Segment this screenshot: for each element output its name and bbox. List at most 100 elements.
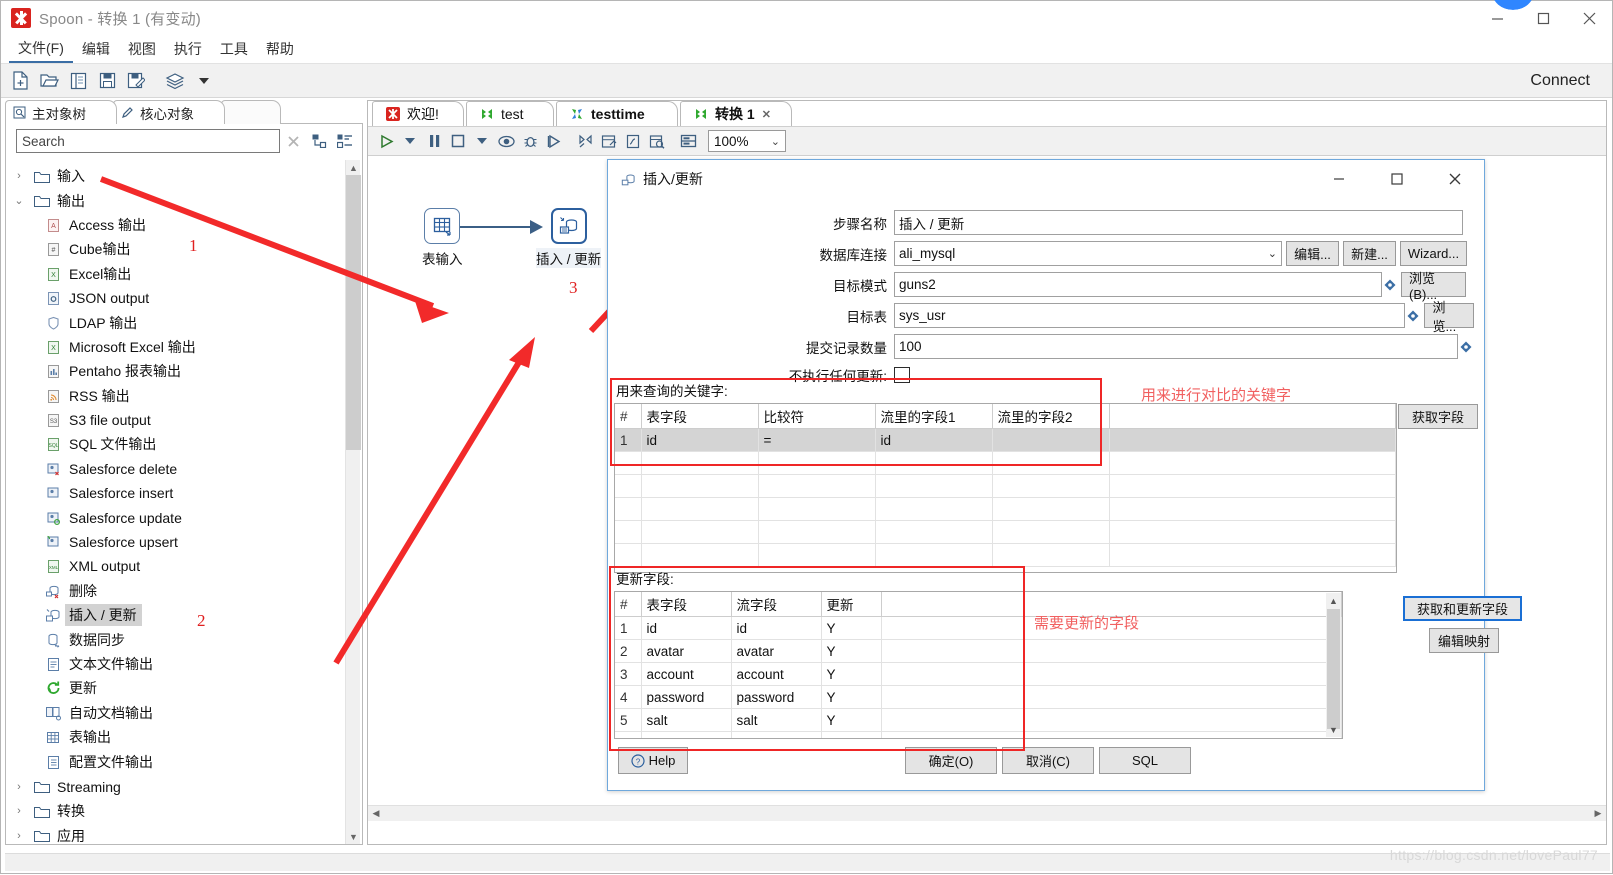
- cell-stream-field2[interactable]: [992, 543, 1110, 567]
- step-name-input[interactable]: [894, 210, 1463, 235]
- preview-icon[interactable]: [494, 129, 518, 153]
- tree-step-salesforce-insert[interactable]: Salesforce insert: [7, 481, 347, 505]
- tree-step-salesforce-delete[interactable]: Salesforce delete: [7, 457, 347, 481]
- expand-tree-icon[interactable]: [306, 129, 332, 153]
- chevron-right-icon[interactable]: ›: [7, 830, 31, 842]
- pause-icon[interactable]: [422, 129, 446, 153]
- lookup-keys-grid[interactable]: # 表字段 比较符 流里的字段1 流里的字段2 1 id = id: [614, 403, 1397, 573]
- target-schema-input[interactable]: [894, 272, 1382, 297]
- tree-step-json-output[interactable]: JSON output: [7, 286, 347, 310]
- cell-stream-field[interactable]: password: [731, 685, 822, 709]
- cell-stream-field1[interactable]: id: [875, 428, 993, 452]
- cell-stream-field1[interactable]: [875, 451, 993, 475]
- save-icon[interactable]: [94, 68, 120, 94]
- tree-folder-transform[interactable]: › 转换: [7, 799, 347, 823]
- cell-update-flag[interactable]: Y: [821, 662, 882, 686]
- cell-table-field[interactable]: id: [641, 428, 759, 452]
- cell-stream-field2[interactable]: [992, 520, 1110, 544]
- tree-scrollbar[interactable]: ▲ ▼: [345, 160, 361, 844]
- tree-step-insert-update[interactable]: 插入 / 更新: [7, 603, 347, 627]
- save-as-icon[interactable]: [123, 68, 149, 94]
- cell-comparator[interactable]: [758, 520, 876, 544]
- tree-folder-apps[interactable]: › 应用: [7, 824, 347, 844]
- cell-update-flag[interactable]: Y: [821, 685, 882, 709]
- run-icon[interactable]: [374, 129, 398, 153]
- update-fields-scrollbar[interactable]: ▲ ▼: [1326, 593, 1341, 737]
- tree-step-access-output[interactable]: A Access 输出: [7, 213, 347, 237]
- get-fields-button[interactable]: 获取字段: [1398, 404, 1478, 429]
- connect-label[interactable]: Connect: [1530, 72, 1590, 90]
- cell-table-field[interactable]: [641, 543, 759, 567]
- table-row[interactable]: 3 account account Y: [615, 662, 1342, 686]
- cell-stream-field[interactable]: avatar: [731, 639, 822, 663]
- cell-table-field[interactable]: [641, 520, 759, 544]
- scroll-left-icon[interactable]: ◀: [368, 806, 384, 822]
- zoom-select[interactable]: 100% ⌄: [708, 130, 786, 152]
- core-objects-tree[interactable]: › 输入 ⌄ 输出 A Access 输出 # Cube输出 X Excel输出…: [7, 160, 347, 844]
- table-row[interactable]: 1 id = id: [615, 428, 1396, 452]
- tab-transformation-1[interactable]: 转换 1 ✕: [680, 101, 792, 126]
- cell-update-flag[interactable]: Y: [821, 708, 882, 732]
- table-row[interactable]: [615, 497, 1396, 521]
- sql-icon[interactable]: [621, 129, 645, 153]
- tree-step-salesforce-update[interactable]: Salesforce update: [7, 505, 347, 529]
- run-options-chevron-down-icon[interactable]: [398, 129, 422, 153]
- edit-connection-button[interactable]: 编辑...: [1286, 241, 1339, 266]
- tree-step-update[interactable]: 更新: [7, 676, 347, 700]
- menu-item-help[interactable]: 帮助: [257, 36, 303, 62]
- close-button[interactable]: [1566, 1, 1612, 35]
- tree-step-pentaho-report-output[interactable]: Pentaho 报表输出: [7, 359, 347, 383]
- wizard-connection-button[interactable]: Wizard...: [1400, 241, 1467, 266]
- chevron-right-icon[interactable]: ›: [7, 781, 31, 793]
- chevron-down-icon[interactable]: [191, 68, 217, 94]
- cell-table-field[interactable]: account: [641, 662, 732, 686]
- cell-stream-field1[interactable]: [875, 474, 993, 498]
- maximize-button[interactable]: [1520, 1, 1566, 35]
- update-fields-grid[interactable]: # 表字段 流字段 更新 1 id id Y 2 avatar avatar Y…: [614, 591, 1343, 739]
- scroll-down-icon[interactable]: ▼: [1326, 722, 1341, 737]
- commit-size-input[interactable]: [894, 334, 1458, 359]
- menu-item-view[interactable]: 视图: [119, 36, 165, 62]
- browse-schema-button[interactable]: 浏览(B)...: [1401, 271, 1466, 302]
- table-row[interactable]: 5 salt salt Y: [615, 708, 1342, 732]
- tree-step-data-sync[interactable]: 数据同步: [7, 627, 347, 651]
- cell-update-flag[interactable]: Y: [821, 616, 882, 640]
- cancel-button[interactable]: 取消(C): [1002, 747, 1094, 774]
- close-icon[interactable]: [280, 129, 306, 153]
- dialog-minimize-button[interactable]: [1310, 160, 1368, 198]
- table-row[interactable]: 4 password password Y: [615, 685, 1342, 709]
- variable-icon[interactable]: [1382, 279, 1398, 291]
- cell-stream-field2[interactable]: [992, 497, 1110, 521]
- cell-comparator[interactable]: [758, 474, 876, 498]
- tree-step-properties-output[interactable]: 配置文件输出: [7, 749, 347, 773]
- tree-step-delete[interactable]: 删除: [7, 579, 347, 603]
- variable-icon[interactable]: [1458, 341, 1474, 353]
- stop-icon[interactable]: [446, 129, 470, 153]
- grid-icon[interactable]: [676, 129, 700, 153]
- inspect-icon[interactable]: [645, 129, 669, 153]
- scroll-up-icon[interactable]: ▲: [346, 160, 361, 175]
- scroll-up-icon[interactable]: ▲: [1326, 593, 1341, 608]
- debug-icon[interactable]: [518, 129, 542, 153]
- tree-step-text-file-output[interactable]: 文本文件输出: [7, 652, 347, 676]
- cell-table-field[interactable]: avatar: [641, 639, 732, 663]
- cell-stream-field[interactable]: salt: [731, 708, 822, 732]
- layers-icon[interactable]: [162, 68, 188, 94]
- cell-comparator[interactable]: [758, 543, 876, 567]
- tree-step-cube-output[interactable]: # Cube输出: [7, 237, 347, 261]
- chevron-right-icon[interactable]: ›: [7, 170, 31, 182]
- cell-table-field[interactable]: password: [641, 685, 732, 709]
- canvas-horizontal-scrollbar[interactable]: ◀ ▶: [368, 805, 1606, 821]
- tree-step-sql-file-output[interactable]: SQL SQL 文件输出: [7, 432, 347, 456]
- tree-step-s3-file-output[interactable]: S3 S3 file output: [7, 408, 347, 432]
- cell-stream-field2[interactable]: [992, 474, 1110, 498]
- menu-item-tools[interactable]: 工具: [211, 36, 257, 62]
- tree-step-rss-output[interactable]: RSS 输出: [7, 384, 347, 408]
- cell-table-field[interactable]: [641, 474, 759, 498]
- database-connection-combo[interactable]: ali_mysql ⌄: [894, 241, 1282, 266]
- scroll-right-icon[interactable]: ▶: [1590, 806, 1606, 822]
- tree-folder-streaming[interactable]: › Streaming: [7, 775, 347, 799]
- explorer-icon[interactable]: [65, 68, 91, 94]
- menu-item-run[interactable]: 执行: [165, 36, 211, 62]
- scroll-down-icon[interactable]: ▼: [346, 829, 361, 844]
